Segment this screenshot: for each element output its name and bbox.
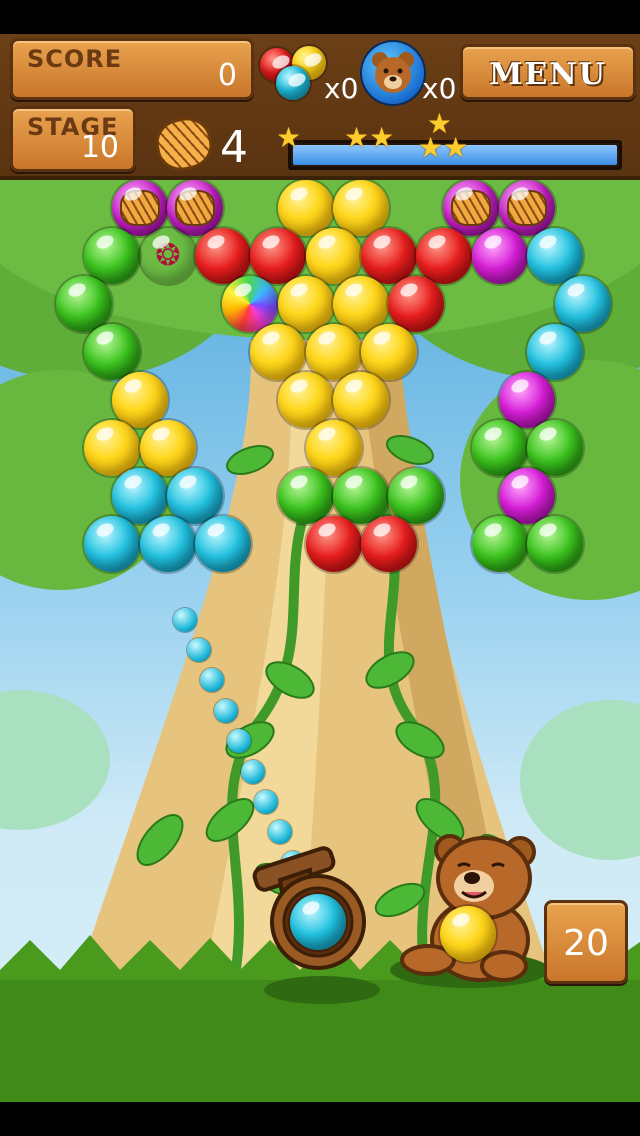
next-bubble[interactable] bbox=[440, 906, 496, 962]
star-two-icon: ★★ bbox=[344, 121, 395, 154]
red-bubble bbox=[195, 228, 251, 284]
bear-powerup-count: x0 bbox=[422, 72, 457, 105]
cyan-bubble bbox=[555, 276, 611, 332]
hud-bar: SCORE 0 STAGE 10 x0 x0 MENU 4 ★ ★★ ★ ★★ bbox=[0, 34, 640, 180]
yellow-bubble bbox=[306, 228, 362, 284]
yellow-bubble bbox=[250, 324, 306, 380]
bubble-shooter[interactable] bbox=[250, 840, 370, 970]
yellow-bubble bbox=[140, 420, 196, 476]
yellow-bubble bbox=[278, 276, 334, 332]
purple-bubble bbox=[499, 372, 555, 428]
aim-dot bbox=[227, 729, 251, 753]
red-bubble bbox=[388, 276, 444, 332]
aim-dot bbox=[241, 760, 265, 784]
red-bubble bbox=[416, 228, 472, 284]
shots-remaining-value: 20 bbox=[563, 923, 609, 964]
shots-remaining-panel[interactable]: 20 bbox=[544, 900, 628, 984]
bear-powerup-icon[interactable] bbox=[362, 42, 424, 104]
green-bubble bbox=[56, 276, 112, 332]
honeycomb-remaining-count: 4 bbox=[220, 122, 248, 173]
bear-character bbox=[400, 830, 550, 990]
yellow-bubble bbox=[333, 180, 389, 236]
yellow-bubble bbox=[84, 420, 140, 476]
green-bubble bbox=[278, 468, 334, 524]
cyan-bubble bbox=[84, 516, 140, 572]
honeycomb-icon bbox=[120, 190, 160, 226]
cyan-bubble bbox=[527, 324, 583, 380]
purple-bubble bbox=[499, 468, 555, 524]
honeycomb-icon bbox=[451, 190, 491, 226]
yellow-bubble bbox=[333, 276, 389, 332]
yellow-bubble bbox=[278, 180, 334, 236]
stage-value: 10 bbox=[80, 130, 119, 165]
menu-button[interactable]: MENU bbox=[460, 44, 636, 100]
honeycomb-goal-icon bbox=[151, 112, 217, 176]
green-bubble bbox=[84, 324, 140, 380]
honey-bubble bbox=[499, 180, 555, 236]
red-bubble bbox=[361, 228, 417, 284]
green-bubble bbox=[84, 228, 140, 284]
paw-icon: ❂ bbox=[155, 238, 181, 273]
green-bubble bbox=[472, 420, 528, 476]
loaded-bubble bbox=[290, 894, 346, 950]
cyan-bubble bbox=[167, 468, 223, 524]
game-screen: SCORE 0 STAGE 10 x0 x0 MENU 4 ★ ★★ ★ ★★ … bbox=[0, 0, 640, 1136]
green-bubble bbox=[333, 468, 389, 524]
green-bubble bbox=[388, 468, 444, 524]
color-bubbles-powerup-icon[interactable] bbox=[260, 46, 328, 102]
honeycomb-icon bbox=[175, 190, 215, 226]
yellow-bubble bbox=[333, 372, 389, 428]
yellow-bubble bbox=[306, 420, 362, 476]
aim-dot bbox=[214, 699, 238, 723]
aim-dot bbox=[187, 638, 211, 662]
score-value: 0 bbox=[217, 58, 237, 93]
rainbow-bubble bbox=[222, 276, 278, 332]
yellow-bubble bbox=[112, 372, 168, 428]
purple-bubble bbox=[472, 228, 528, 284]
aim-dot bbox=[200, 668, 224, 692]
stage-panel: STAGE 10 bbox=[10, 106, 136, 172]
cyan-bubble bbox=[195, 516, 251, 572]
aim-dot bbox=[173, 608, 197, 632]
green-bubble bbox=[527, 516, 583, 572]
cyan-bubble bbox=[112, 468, 168, 524]
honeycomb-icon bbox=[507, 190, 547, 226]
menu-button-label: MENU bbox=[489, 57, 607, 92]
red-bubble bbox=[306, 516, 362, 572]
cyan-bubble bbox=[140, 516, 196, 572]
red-bubble bbox=[250, 228, 306, 284]
cyan-bubble bbox=[527, 228, 583, 284]
yellow-bubble bbox=[306, 324, 362, 380]
green-bubble bbox=[527, 420, 583, 476]
yellow-bubble bbox=[278, 372, 334, 428]
green-bubble bbox=[472, 516, 528, 572]
score-label: SCORE bbox=[27, 45, 123, 73]
honey-bubble bbox=[443, 180, 499, 236]
yellow-bubble bbox=[361, 324, 417, 380]
red-bubble bbox=[361, 516, 417, 572]
paw-bubble: ❂ bbox=[140, 228, 196, 284]
star-one-icon: ★ bbox=[276, 121, 302, 154]
star-three-icon: ★ ★★ bbox=[418, 107, 469, 164]
score-panel: SCORE 0 bbox=[10, 38, 254, 100]
bottom-bar bbox=[0, 1102, 640, 1136]
playfield[interactable]: ❂ 20 bbox=[0, 180, 640, 1102]
aim-dot bbox=[254, 790, 278, 814]
color-bubbles-count: x0 bbox=[324, 72, 359, 105]
